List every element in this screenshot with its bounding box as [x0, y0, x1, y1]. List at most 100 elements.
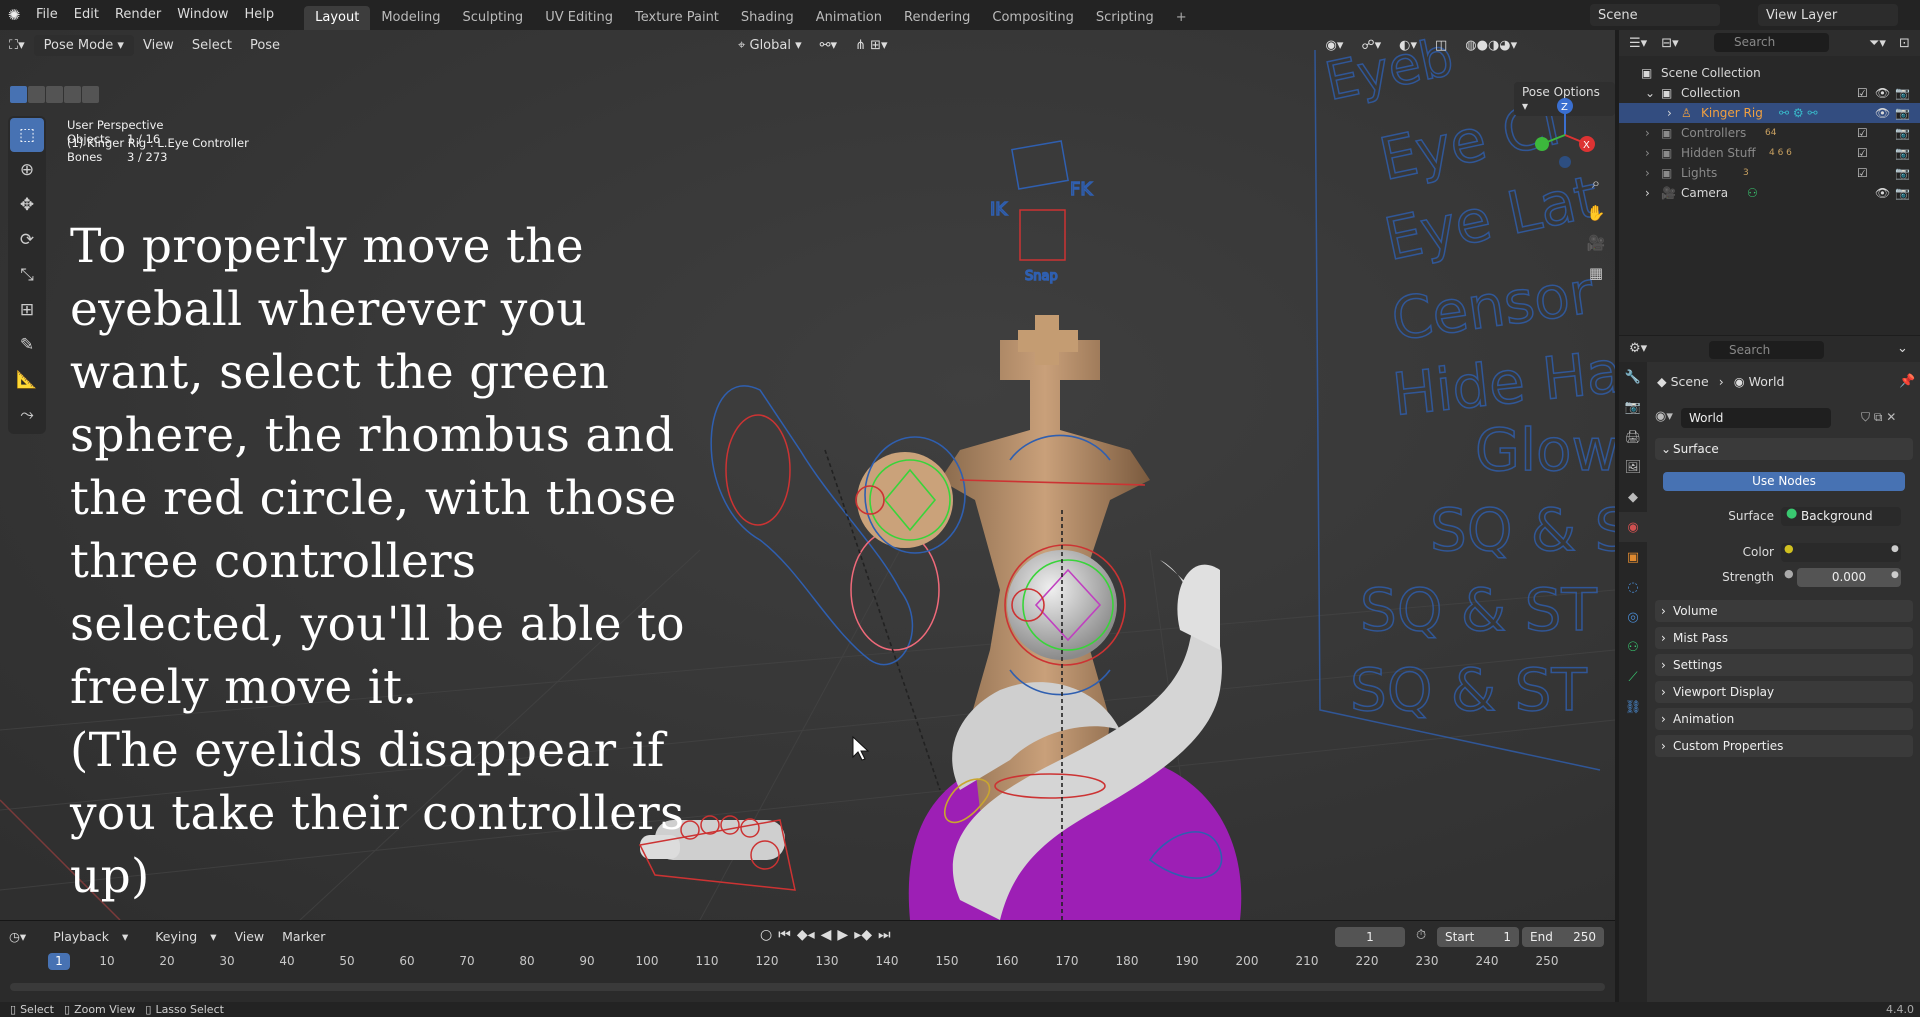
world-browse-icon[interactable]: ◉▾: [1655, 409, 1673, 424]
transform-icon[interactable]: ⊞: [10, 293, 44, 327]
bone-tab-icon[interactable]: ⟋: [1619, 662, 1647, 692]
select-intersect-icon[interactable]: [82, 86, 99, 103]
object-data-tab-icon[interactable]: ⚇: [1619, 632, 1647, 662]
menu-window[interactable]: Window: [169, 0, 236, 30]
menu-keying[interactable]: Keying ▾: [137, 929, 225, 944]
start-frame-field[interactable]: Start 1: [1437, 927, 1519, 947]
eye-icon[interactable]: 👁: [1875, 86, 1890, 100]
orientation-dropdown[interactable]: ⌖ Global ▾: [729, 38, 811, 53]
breadcrumb-world[interactable]: World: [1749, 374, 1785, 389]
tool-tab-icon[interactable]: 🔧: [1619, 362, 1647, 392]
keyframe-dot-icon[interactable]: ●: [1891, 544, 1899, 554]
panel-viewport-display[interactable]: › Viewport Display: [1655, 681, 1913, 703]
display-mode-icon[interactable]: ⊟▾: [1661, 36, 1678, 51]
menu-timeline-view[interactable]: View: [225, 929, 273, 944]
outliner-row-collection[interactable]: ⌄ ▣ Collection ☑ 👁 📷: [1619, 83, 1920, 103]
filter-icon[interactable]: ⏷▾: [1869, 36, 1886, 51]
output-tab-icon[interactable]: 🖨: [1619, 422, 1647, 452]
menu-help[interactable]: Help: [237, 0, 283, 30]
menu-edit[interactable]: Edit: [66, 0, 107, 30]
stopwatch-icon[interactable]: ⏱: [1416, 928, 1426, 943]
checkbox-icon[interactable]: ☑: [1857, 166, 1868, 180]
pin-icon[interactable]: 📌: [1899, 374, 1915, 389]
modifier-tab-icon[interactable]: ◌: [1619, 572, 1647, 602]
navigation-gizmo[interactable]: Z X: [1530, 90, 1600, 170]
expand-icon[interactable]: ›: [1645, 166, 1650, 180]
overlays-icon[interactable]: ◐▾: [1390, 38, 1426, 53]
menu-pose[interactable]: Pose: [241, 38, 289, 53]
timeline-editor-type-icon[interactable]: ◷▾: [0, 929, 35, 944]
breadcrumb-scene[interactable]: Scene: [1671, 374, 1709, 389]
select-subtract-icon[interactable]: [46, 86, 63, 103]
view-layer-selector[interactable]: View Layer: [1758, 4, 1898, 26]
menu-select[interactable]: Select: [183, 38, 241, 53]
mode-dropdown[interactable]: Pose Mode ▾: [33, 34, 134, 56]
menu-view[interactable]: View: [134, 38, 183, 53]
measure-icon[interactable]: 📐: [10, 363, 44, 397]
tab-uv-editing[interactable]: UV Editing: [534, 6, 624, 30]
ortho-grid-icon[interactable]: ▦: [1583, 260, 1609, 286]
rotate-icon[interactable]: ⟳: [10, 223, 44, 257]
color-field[interactable]: [1781, 543, 1901, 562]
fake-user-icon[interactable]: ⛉ ⧉ ✕: [1861, 410, 1896, 425]
physics-tab-icon[interactable]: ◎: [1619, 602, 1647, 632]
record-icon[interactable]: ○: [760, 927, 772, 943]
world-tab-icon[interactable]: ◉: [1619, 512, 1647, 542]
3d-viewport[interactable]: Eyeb Eye Cl Eye Lat Censor Hide Ha Glow …: [0, 30, 1615, 920]
checkbox-icon[interactable]: ☑: [1857, 86, 1868, 100]
select-box-icon[interactable]: ⬚: [10, 118, 44, 152]
render-camera-icon[interactable]: 📷: [1895, 106, 1910, 120]
render-camera-icon[interactable]: 📷: [1895, 186, 1910, 200]
visibility-icon[interactable]: ◉▾: [1317, 38, 1353, 53]
outliner-editor-icon[interactable]: ☰▾: [1629, 36, 1647, 51]
outliner-row-camera[interactable]: › 🎥 Camera ⚇ 👁 📷: [1619, 183, 1920, 203]
current-frame-field[interactable]: 1: [1335, 927, 1405, 947]
tab-layout[interactable]: Layout: [304, 6, 371, 30]
blender-logo-icon[interactable]: ✺: [0, 0, 28, 30]
pan-hand-icon[interactable]: ✋: [1583, 200, 1609, 226]
add-workspace-icon[interactable]: +: [1165, 6, 1198, 30]
move-icon[interactable]: ✥: [10, 188, 44, 222]
outliner-row-hidden-stuff[interactable]: › ▣ Hidden Stuff 4 6 6 ☑ 📷: [1619, 143, 1920, 163]
scale-icon[interactable]: ⤡: [10, 258, 44, 292]
bone-constraint-tab-icon[interactable]: ⛓: [1619, 692, 1647, 722]
panel-animation[interactable]: › Animation: [1655, 708, 1913, 730]
pivot-icon[interactable]: ⚯▾: [811, 38, 846, 53]
tab-scripting[interactable]: Scripting: [1085, 6, 1165, 30]
scene-tab-icon[interactable]: ◆: [1619, 482, 1647, 512]
render-camera-icon[interactable]: 📷: [1895, 146, 1910, 160]
render-camera-icon[interactable]: 📷: [1895, 166, 1910, 180]
keyframe-dot-icon[interactable]: ●: [1891, 570, 1899, 580]
outliner-row-controllers[interactable]: › ▣ Controllers 64 ☑ 📷: [1619, 123, 1920, 143]
tab-modeling[interactable]: Modeling: [370, 6, 451, 30]
strength-field[interactable]: 0.000: [1797, 568, 1901, 587]
panel-settings[interactable]: › Settings: [1655, 654, 1913, 676]
chevron-down-icon[interactable]: ⌄: [1897, 341, 1908, 356]
scene-selector[interactable]: Scene: [1590, 4, 1720, 26]
jump-start-icon[interactable]: ⏮: [778, 927, 791, 943]
outliner-search-input[interactable]: Search: [1714, 33, 1829, 52]
view-layer-tab-icon[interactable]: 🖼: [1619, 452, 1647, 482]
jump-end-icon[interactable]: ⏭: [878, 927, 891, 943]
properties-search-input[interactable]: Search: [1709, 341, 1824, 359]
panel-custom-properties[interactable]: › Custom Properties: [1655, 735, 1913, 757]
menu-marker[interactable]: Marker: [273, 929, 334, 944]
xray-icon[interactable]: ◫: [1426, 38, 1456, 53]
next-keyframe-icon[interactable]: ▸◆: [854, 927, 872, 943]
checkbox-icon[interactable]: ☑: [1857, 146, 1868, 160]
current-frame-indicator[interactable]: 1: [48, 953, 70, 970]
pose-tool-icon[interactable]: ⤳: [10, 398, 44, 432]
outliner-row-kinger-rig[interactable]: › ♙ Kinger Rig ⚯ ⚙ ⚯ 👁 📷: [1619, 103, 1920, 123]
tab-shading[interactable]: Shading: [730, 6, 805, 30]
select-invert-icon[interactable]: [64, 86, 81, 103]
tab-animation[interactable]: Animation: [805, 6, 893, 30]
gizmo-toggle-icon[interactable]: ☍▾: [1352, 38, 1390, 53]
expand-icon[interactable]: ⌄: [1645, 86, 1655, 100]
end-frame-field[interactable]: End 250: [1522, 927, 1604, 947]
panel-volume[interactable]: › Volume: [1655, 600, 1913, 622]
expand-icon[interactable]: ›: [1645, 126, 1650, 140]
render-camera-icon[interactable]: 📷: [1895, 126, 1910, 140]
properties-editor-icon[interactable]: ⚙▾: [1629, 341, 1647, 356]
world-name-field[interactable]: World: [1681, 408, 1831, 428]
zoom-icon[interactable]: ⌕: [1583, 170, 1609, 196]
